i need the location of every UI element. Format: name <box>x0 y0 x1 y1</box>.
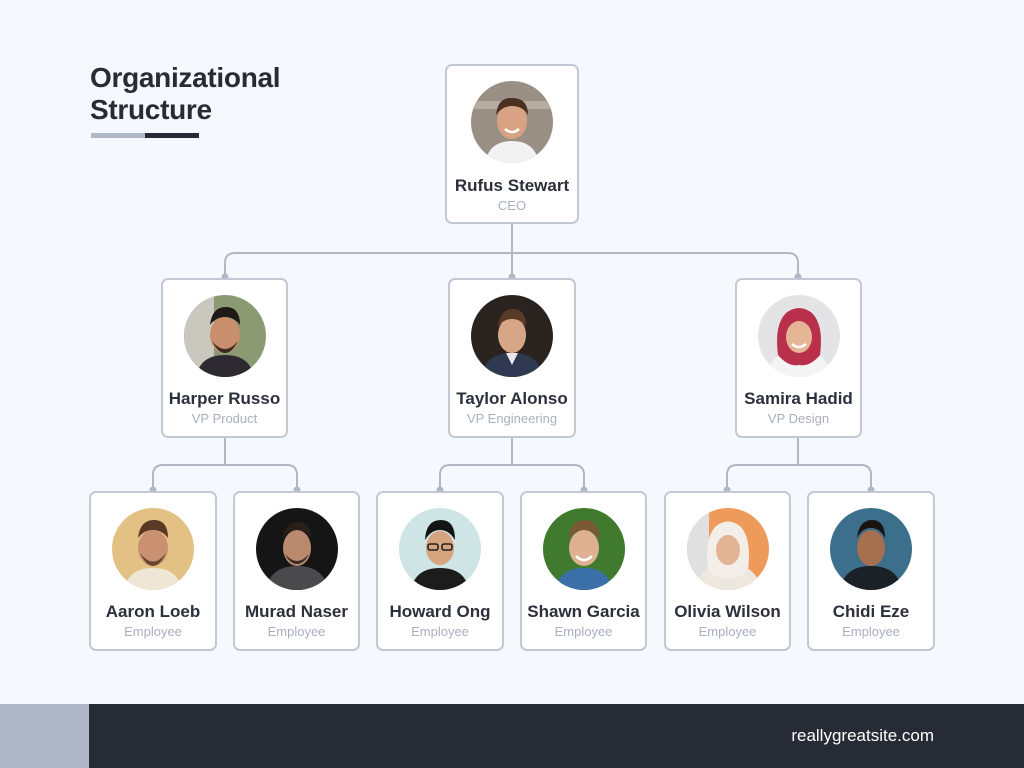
member-role: Employee <box>698 624 757 639</box>
footer-accent-block <box>0 704 89 768</box>
person-icon <box>183 295 266 377</box>
member-name: Olivia Wilson <box>674 602 781 621</box>
org-card-vp-engineering[interactable]: Taylor Alonso VP Engineering <box>448 278 576 438</box>
member-role: CEO <box>497 198 527 213</box>
person-icon <box>757 295 840 377</box>
member-role: VP Engineering <box>466 411 558 426</box>
person-icon <box>399 508 481 590</box>
person-icon <box>471 81 553 163</box>
member-role: Employee <box>842 624 900 639</box>
member-role: VP Product <box>191 411 258 426</box>
avatar-photo <box>255 508 338 590</box>
connector-vp-design-to-employees <box>726 437 872 491</box>
member-name: Murad Naser <box>245 602 348 621</box>
person-icon <box>686 508 769 590</box>
org-card-ceo[interactable]: Rufus Stewart CEO <box>445 64 579 224</box>
member-name: Aaron Loeb <box>105 602 201 621</box>
connector-vp-engineering-to-employees <box>439 437 585 491</box>
member-name: Samira Hadid <box>744 389 853 408</box>
member-name: Taylor Alonso <box>456 389 568 408</box>
person-icon <box>112 508 194 590</box>
person-icon <box>471 295 553 377</box>
footer-website-link[interactable]: reallygreatsite.com <box>791 726 934 746</box>
org-card-employee[interactable]: Murad Naser Employee <box>233 491 360 651</box>
org-card-vp-design[interactable]: Samira Hadid VP Design <box>735 278 862 438</box>
org-card-employee[interactable]: Shawn Garcia Employee <box>520 491 647 651</box>
avatar-photo <box>399 508 481 590</box>
member-name: Howard Ong <box>389 602 491 621</box>
org-card-employee[interactable]: Olivia Wilson Employee <box>664 491 791 651</box>
member-role: Employee <box>267 624 326 639</box>
member-role: Employee <box>554 624 613 639</box>
member-name: Chidi Eze <box>832 602 910 621</box>
org-card-employee[interactable]: Howard Ong Employee <box>376 491 504 651</box>
avatar-photo <box>471 295 553 377</box>
member-role: Employee <box>411 624 469 639</box>
footer-bar: reallygreatsite.com <box>0 704 1024 768</box>
avatar-photo <box>686 508 769 590</box>
avatar-photo <box>471 81 553 163</box>
org-card-employee[interactable]: Chidi Eze Employee <box>807 491 935 651</box>
connector-ceo-to-vps <box>224 223 799 278</box>
avatar-photo <box>542 508 625 590</box>
member-name: Harper Russo <box>168 389 281 408</box>
person-icon <box>830 508 912 590</box>
person-icon <box>542 508 625 590</box>
member-name: Rufus Stewart <box>454 176 570 195</box>
person-icon <box>255 508 338 590</box>
org-card-vp-product[interactable]: Harper Russo VP Product <box>161 278 288 438</box>
avatar-photo <box>112 508 194 590</box>
member-role: VP Design <box>767 411 830 426</box>
member-name: Shawn Garcia <box>527 602 640 621</box>
member-role: Employee <box>124 624 182 639</box>
avatar-photo <box>183 295 266 377</box>
avatar-photo <box>830 508 912 590</box>
avatar-photo <box>757 295 840 377</box>
org-card-employee[interactable]: Aaron Loeb Employee <box>89 491 217 651</box>
connector-vp-product-to-employees <box>152 437 298 491</box>
